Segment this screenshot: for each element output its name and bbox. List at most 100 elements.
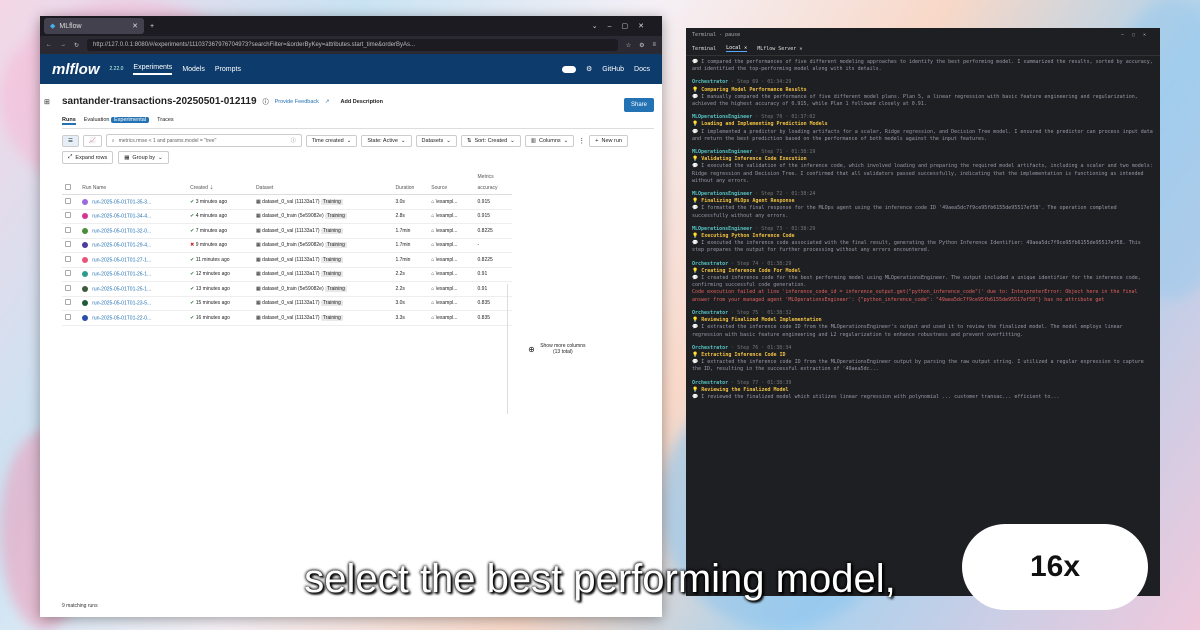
nav-docs[interactable]: Docs xyxy=(634,66,650,73)
add-description-button[interactable]: Add Description xyxy=(335,96,389,107)
url-input[interactable]: http://127.0.0.1:8080/#/experiments/1110… xyxy=(87,39,618,51)
more-options-icon[interactable]: ⋮ xyxy=(578,137,585,145)
run-color-dot[interactable] xyxy=(82,227,89,234)
sidebar-toggle-icon[interactable]: ⊞ xyxy=(44,98,50,106)
header-source[interactable]: Source xyxy=(428,182,475,195)
share-button[interactable]: Share xyxy=(623,98,654,112)
run-color-dot[interactable] xyxy=(82,285,89,292)
nav-prompts[interactable]: Prompts xyxy=(215,66,241,73)
run-name-cell[interactable]: run-2025-05-01T01-22-0... xyxy=(79,310,188,326)
close-icon[interactable]: ✕ xyxy=(132,22,138,30)
run-name-link[interactable]: run-2025-05-01T01-29-4... xyxy=(92,242,151,248)
table-row[interactable]: run-2025-05-01T01-25-1... ✔ 13 minutes ag… xyxy=(62,281,512,297)
state-filter[interactable]: State: Active ⌄ xyxy=(361,134,412,147)
search-help-icon[interactable]: ⓘ xyxy=(291,137,296,144)
theme-toggle[interactable] xyxy=(561,65,576,73)
new-tab-icon[interactable]: + xyxy=(150,23,154,30)
run-color-dot[interactable] xyxy=(82,213,89,220)
extensions-icon[interactable]: ⚙ xyxy=(639,42,644,49)
runs-search-input[interactable]: ⌕ metrics.rmse < 1 and params.model = "t… xyxy=(105,134,302,147)
run-name-cell[interactable]: run-2025-05-01T01-25-1... xyxy=(79,281,188,297)
run-name-cell[interactable]: run-2025-05-01T01-23-5... xyxy=(79,296,188,311)
nav-experiments[interactable]: Experiments xyxy=(133,64,173,75)
dataset-cell[interactable]: ▦ dataset_0_val (11133a17) Training xyxy=(253,223,393,239)
menu-icon[interactable]: ≡ xyxy=(652,42,656,48)
header-duration[interactable]: Duration xyxy=(392,182,429,195)
dataset-name[interactable]: dataset_0_train (5e59082e) xyxy=(262,213,323,219)
dataset-cell[interactable]: ▦ dataset_0_val (11133a17) Training xyxy=(253,310,393,326)
header-run-name[interactable]: Run Name xyxy=(79,182,188,195)
new-run-button[interactable]: + New run xyxy=(589,134,628,147)
time-created-filter[interactable]: Time created ⌄ xyxy=(305,134,358,147)
row-checkbox[interactable] xyxy=(62,310,80,326)
dataset-cell[interactable]: ▦ dataset_0_train (5e59082e) Training xyxy=(253,238,393,253)
dataset-name[interactable]: dataset_0_val (11133a17) xyxy=(262,315,319,321)
terminal-output[interactable]: 💬 I compared the performances of five di… xyxy=(686,56,1160,410)
run-name-link[interactable]: run-2025-05-01T01-34-4... xyxy=(92,213,151,219)
run-name-cell[interactable]: run-2025-05-01T01-34-4... xyxy=(79,209,188,224)
dataset-cell[interactable]: ▦ dataset_0_train (5e59082e) Training xyxy=(253,209,393,224)
dataset-name[interactable]: dataset_0_val (11133a17) xyxy=(262,271,319,277)
nav-models[interactable]: Models xyxy=(182,66,205,73)
dataset-name[interactable]: dataset_0_train (5e59082e) xyxy=(262,286,323,292)
dataset-name[interactable]: dataset_0_val (11133a17) xyxy=(262,228,319,234)
run-name-cell[interactable]: run-2025-05-01T01-35-3... xyxy=(79,194,188,210)
tab-mlflow-server[interactable]: MLflow Server ✕ xyxy=(757,46,802,52)
table-row[interactable]: run-2025-05-01T01-23-5... ✔ 15 minutes ag… xyxy=(62,296,512,311)
settings-gear-icon[interactable]: ⚙ xyxy=(586,65,592,73)
run-color-dot[interactable] xyxy=(82,300,89,307)
window-controls[interactable]: ⌄–▢✕ xyxy=(592,22,654,30)
select-all-checkbox[interactable] xyxy=(62,182,80,195)
run-name-link[interactable]: run-2025-05-01T01-23-5... xyxy=(92,300,151,306)
table-view-toggle[interactable]: ☰ xyxy=(62,134,79,147)
window-controls[interactable]: –▢✕ xyxy=(1121,32,1154,38)
dataset-cell[interactable]: ▦ dataset_0_val (11133a17) Training xyxy=(253,194,393,210)
columns-select[interactable]: ▥ Columns ⌄ xyxy=(524,134,575,147)
bookmark-star-icon[interactable]: ☆ xyxy=(626,42,631,49)
run-name-link[interactable]: run-2025-05-01T01-25-1... xyxy=(92,286,151,292)
mlflow-logo[interactable]: mlflow xyxy=(52,61,100,78)
header-created[interactable]: Created ⇣ xyxy=(187,182,254,195)
dataset-name[interactable]: dataset_0_train (5e59082e) xyxy=(262,242,323,248)
run-name-link[interactable]: run-2025-05-01T01-27-1... xyxy=(92,257,151,263)
run-name-cell[interactable]: run-2025-05-01T01-29-4... xyxy=(79,238,188,253)
tab-runs[interactable]: Runs xyxy=(62,117,76,125)
header-accuracy[interactable]: accuracy xyxy=(474,182,512,195)
tab-terminal[interactable]: Terminal xyxy=(692,46,716,52)
info-icon[interactable]: ⓘ xyxy=(263,97,269,106)
run-name-link[interactable]: run-2025-05-01T01-26-1... xyxy=(92,271,151,277)
group-by-button[interactable]: ▦ Group by ⌄ xyxy=(118,151,169,164)
row-checkbox[interactable] xyxy=(62,194,80,210)
forward-icon[interactable]: → xyxy=(60,42,66,48)
table-row[interactable]: run-2025-05-01T01-34-4... ✔ 4 minutes ago… xyxy=(62,209,512,224)
show-more-columns[interactable]: ⊕ Show more columns (13 total) xyxy=(507,284,607,414)
tab-evaluation[interactable]: Evaluation Experimental xyxy=(84,117,150,125)
browser-tab[interactable]: ◆ MLflow ✕ xyxy=(44,18,144,34)
run-name-link[interactable]: run-2025-05-01T01-35-3... xyxy=(92,199,151,205)
header-dataset[interactable]: Dataset xyxy=(253,182,393,195)
row-checkbox[interactable] xyxy=(62,223,80,239)
nav-github[interactable]: GitHub xyxy=(602,66,624,73)
run-name-link[interactable]: run-2025-05-01T01-22-0... xyxy=(92,315,151,321)
run-name-cell[interactable]: run-2025-05-01T01-26-1... xyxy=(79,267,188,282)
row-checkbox[interactable] xyxy=(62,281,80,297)
run-color-dot[interactable] xyxy=(82,271,89,278)
table-row[interactable]: run-2025-05-01T01-29-4... ✖ 9 minutes ago… xyxy=(62,238,512,253)
sort-select[interactable]: ⇅ Sort: Created ⌄ xyxy=(460,134,521,147)
row-checkbox[interactable] xyxy=(62,252,80,268)
run-name-cell[interactable]: run-2025-05-01T01-27-1... xyxy=(79,252,188,268)
table-row[interactable]: run-2025-05-01T01-35-3... ✔ 3 minutes ago… xyxy=(62,194,512,210)
reload-icon[interactable]: ↻ xyxy=(74,42,79,49)
dataset-name[interactable]: dataset_0_val (11133a17) xyxy=(262,300,319,306)
provide-feedback-link[interactable]: Provide Feedback xyxy=(275,99,319,105)
expand-rows-button[interactable]: ⤢ Expand rows xyxy=(62,151,114,164)
run-color-dot[interactable] xyxy=(82,242,89,249)
table-row[interactable]: run-2025-05-01T01-26-1... ✔ 12 minutes ag… xyxy=(62,267,512,282)
dataset-cell[interactable]: ▦ dataset_0_val (11133a17) Training xyxy=(253,252,393,268)
chart-view-toggle[interactable]: 📈 xyxy=(82,134,102,147)
run-color-dot[interactable] xyxy=(82,198,89,205)
row-checkbox[interactable] xyxy=(62,209,80,224)
dataset-cell[interactable]: ▦ dataset_0_val (11133a17) Training xyxy=(253,267,393,282)
run-name-cell[interactable]: run-2025-05-01T01-32-0... xyxy=(79,223,188,239)
back-icon[interactable]: ← xyxy=(46,42,52,48)
